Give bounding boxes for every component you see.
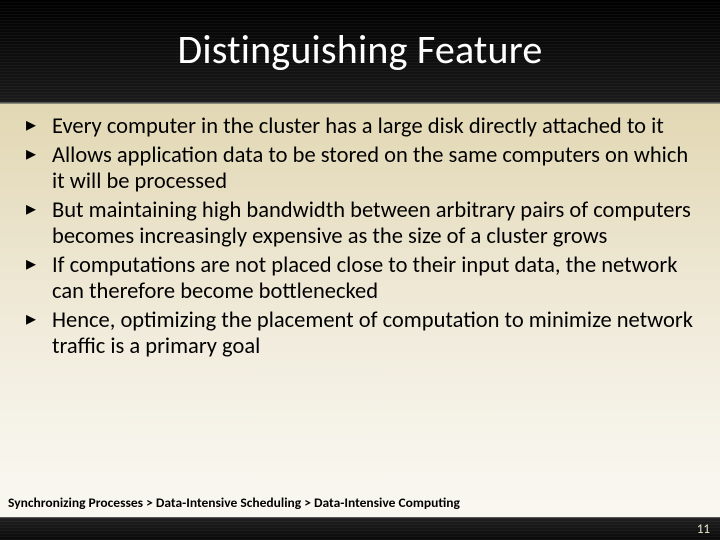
list-item: If computations are not placed close to … <box>24 253 696 306</box>
page-number: 11 <box>697 522 710 537</box>
breadcrumb: Synchronizing Processes > Data-Intensive… <box>0 490 720 517</box>
list-item: Every computer in the cluster has a larg… <box>24 114 696 141</box>
slide: Distinguishing Feature Every computer in… <box>0 0 720 540</box>
list-item: But maintaining high bandwidth between a… <box>24 198 696 251</box>
bullet-list: Every computer in the cluster has a larg… <box>24 114 696 361</box>
list-item: Hence, optimizing the placement of compu… <box>24 308 696 361</box>
slide-header: Distinguishing Feature <box>0 0 720 103</box>
slide-body: Every computer in the cluster has a larg… <box>0 103 720 540</box>
footer-bar: 11 <box>0 517 720 540</box>
slide-footer: Synchronizing Processes > Data-Intensive… <box>0 490 720 540</box>
slide-title: Distinguishing Feature <box>178 25 543 74</box>
list-item: Allows application data to be stored on … <box>24 143 696 196</box>
